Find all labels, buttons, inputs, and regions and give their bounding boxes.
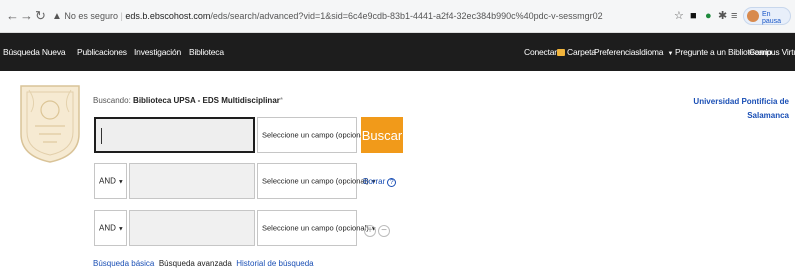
nav-language[interactable]: Idioma ▼ bbox=[639, 47, 673, 57]
field-select-label: Seleccione un campo (opcional) bbox=[262, 176, 369, 186]
nav-virtual-campus[interactable]: Campus Virtual bbox=[749, 47, 795, 57]
address-bar[interactable]: ▲ No es seguro | eds.b.ebscohost.com/eds… bbox=[52, 8, 603, 25]
reading-list-icon[interactable]: ≡ bbox=[731, 9, 737, 23]
reload-icon[interactable]: ↻ bbox=[35, 9, 46, 23]
nav-library[interactable]: Biblioteca bbox=[189, 47, 224, 57]
search-input-1[interactable] bbox=[94, 117, 255, 153]
search-input-3[interactable] bbox=[129, 210, 255, 246]
chevron-down-icon: ▼ bbox=[117, 226, 124, 233]
nav-folder[interactable]: Carpeta bbox=[557, 47, 596, 57]
search-mode-links: Búsqueda básica Búsqueda avanzada Histor… bbox=[93, 259, 314, 268]
searching-label: Buscando: Biblioteca UPSA - EDS Multidis… bbox=[93, 96, 284, 105]
database-name[interactable]: Biblioteca UPSA - EDS Multidisciplinar bbox=[133, 96, 280, 105]
operator-select-2[interactable]: AND ▼ bbox=[94, 163, 127, 199]
field-select-label: Seleccione un campo (opcional) bbox=[262, 223, 369, 233]
browser-toolbar: ← → ↻ ▲ No es seguro | eds.b.ebscohost.c… bbox=[0, 0, 795, 33]
extension-icon[interactable]: ■ bbox=[690, 9, 697, 23]
advanced-search-label: Búsqueda avanzada bbox=[158, 259, 232, 268]
nav-language-label: Idioma bbox=[639, 47, 664, 57]
operator-select-3[interactable]: AND ▼ bbox=[94, 210, 127, 246]
remove-row-icon[interactable]: − bbox=[378, 225, 390, 237]
searching-prefix: Buscando: bbox=[93, 96, 131, 105]
top-navigation: Búsqueda Nueva Publicaciones Investigaci… bbox=[0, 33, 795, 71]
nav-new-search[interactable]: Búsqueda Nueva bbox=[3, 47, 66, 57]
url-host: eds.b.ebscohost.com bbox=[125, 11, 211, 21]
clear-link[interactable]: Borrar? bbox=[363, 177, 397, 187]
operator-label: AND bbox=[99, 176, 116, 186]
institution-name[interactable]: Universidad Pontificia de Salamanca bbox=[679, 95, 789, 123]
nav-folder-label: Carpeta bbox=[567, 47, 596, 57]
puzzle-icon[interactable]: ✱ bbox=[718, 9, 727, 23]
paused-label: En pausa bbox=[762, 11, 782, 25]
avatar bbox=[747, 10, 759, 22]
field-select-3[interactable]: Seleccione un campo (opcional) ▼ bbox=[257, 210, 377, 246]
search-input-2[interactable] bbox=[129, 163, 255, 199]
nav-preferences[interactable]: Preferencias bbox=[594, 47, 640, 57]
field-select-1[interactable]: Seleccione un campo (opcional)▼ bbox=[257, 117, 377, 153]
add-row-icon[interactable]: + bbox=[364, 225, 376, 237]
back-arrow-icon[interactable]: ← bbox=[6, 9, 19, 23]
nav-research[interactable]: Investigación bbox=[134, 47, 181, 57]
text-caret bbox=[101, 128, 102, 144]
nav-connect[interactable]: Conectar bbox=[524, 47, 557, 57]
search-history-link[interactable]: Historial de búsqueda bbox=[236, 259, 313, 268]
help-icon[interactable]: ? bbox=[387, 178, 397, 187]
chevron-down-icon: ▼ bbox=[117, 179, 124, 186]
profile-paused-button[interactable]: En pausa bbox=[743, 7, 791, 25]
university-logo bbox=[15, 82, 85, 164]
operator-label: AND bbox=[99, 223, 116, 233]
chevron-down-icon: ▼ bbox=[667, 51, 674, 57]
extension-leaf-icon[interactable]: ● bbox=[705, 9, 712, 23]
nav-publications[interactable]: Publicaciones bbox=[77, 47, 127, 57]
insecure-label: No es seguro bbox=[64, 11, 118, 21]
field-select-label: Seleccione un campo (opcional) bbox=[262, 130, 369, 140]
folder-icon bbox=[557, 49, 565, 56]
field-select-2[interactable]: Seleccione un campo (opcional) ▼ bbox=[257, 163, 377, 199]
clear-label: Borrar bbox=[363, 177, 386, 186]
basic-search-link[interactable]: Búsqueda básica bbox=[93, 259, 154, 268]
star-icon[interactable]: ☆ bbox=[674, 9, 684, 23]
search-button[interactable]: Buscar bbox=[361, 117, 403, 153]
url-path: /eds/search/advanced?vid=1&sid=6c4e9cdb-… bbox=[210, 11, 603, 21]
warning-icon: ▲ bbox=[52, 11, 62, 22]
forward-arrow-icon[interactable]: → bbox=[20, 9, 33, 23]
